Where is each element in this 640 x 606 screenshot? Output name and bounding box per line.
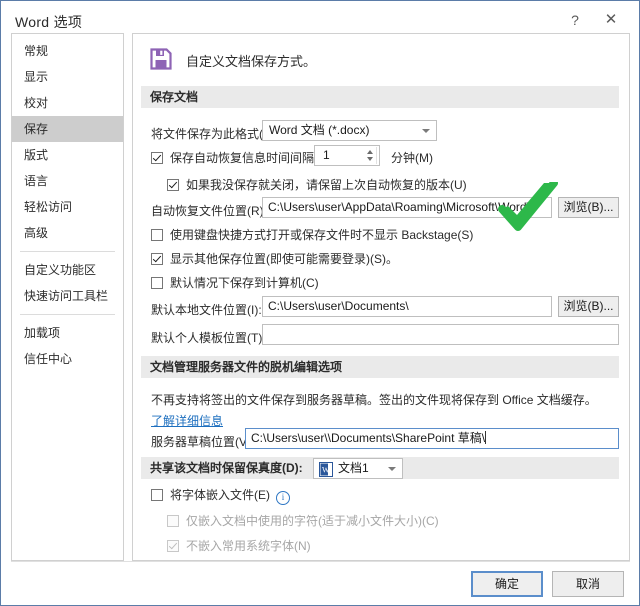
checkbox-save-to-computer-label: 默认情况下保存到计算机(C) <box>170 276 319 290</box>
save-format-dropdown[interactable]: Word 文档 (*.docx) <box>262 120 437 141</box>
sidebar-item-trust-center[interactable]: 信任中心 <box>12 346 123 372</box>
checkbox-no-backstage[interactable]: 使用键盘快捷方式打开或保存文件时不显示 Backstage(S) <box>151 226 473 243</box>
checkbox-autorecover-interval-label: 保存自动恢复信息时间间隔(A) <box>170 151 330 165</box>
section-header-offline-editing: 文档管理服务器文件的脱机编辑选项 <box>141 356 619 378</box>
offline-editing-description: 不再支持将签出的文件保存到服务器草稿。签出的文件现将保存到 Office 文档缓… <box>151 393 597 407</box>
label-minutes: 分钟(M) <box>391 151 433 165</box>
checkbox-box <box>151 277 163 289</box>
checkbox-embed-fonts[interactable]: 将字体嵌入文件(E) i <box>151 486 290 505</box>
checkbox-box <box>167 540 179 552</box>
footer-divider <box>11 561 630 562</box>
checkbox-no-common-system-fonts-label: 不嵌入常用系统字体(N) <box>186 539 311 553</box>
svg-text:W: W <box>322 466 330 475</box>
sidebar-item-save[interactable]: 保存 <box>12 116 123 142</box>
label-template-path: 默认个人模板位置(T): <box>151 331 266 345</box>
save-floppy-icon <box>150 48 172 70</box>
ok-button[interactable]: 确定 <box>471 571 543 597</box>
sidebar-item-addins[interactable]: 加载项 <box>12 320 123 346</box>
panel-header: 自定义文档保存方式。 <box>133 44 629 78</box>
server-draft-path-input[interactable]: C:\Users\user\\Documents\SharePoint 草稿\ <box>245 428 619 449</box>
sidebar-item-advanced[interactable]: 高级 <box>12 220 123 246</box>
panel-header-text: 自定义文档保存方式。 <box>186 54 317 69</box>
fidelity-document-value: 文档1 <box>338 461 369 475</box>
checkbox-no-backstage-label: 使用键盘快捷方式打开或保存文件时不显示 Backstage(S) <box>170 228 474 242</box>
checkbox-box <box>151 253 163 265</box>
sidebar-item-language[interactable]: 语言 <box>12 168 123 194</box>
template-path-input[interactable] <box>262 324 619 345</box>
stepper-divider <box>376 147 377 164</box>
browse-autorecover-button[interactable]: 浏览(B)... <box>558 197 619 218</box>
autorecover-minutes-value: 1 <box>323 148 330 162</box>
sidebar: 常规 显示 校对 保存 版式 语言 轻松访问 高级 自定义功能区 快速访问工具栏… <box>11 33 124 561</box>
close-button[interactable]: ✕ <box>596 7 626 33</box>
section-header-save-documents: 保存文档 <box>141 86 619 108</box>
checkbox-show-other-locations-label: 显示其他保存位置(即使可能需要登录)(S)。 <box>170 252 398 266</box>
text-caret <box>485 431 487 444</box>
checkbox-box <box>151 152 163 164</box>
server-draft-path-value: C:\Users\user\\Documents\SharePoint 草稿\ <box>251 431 486 445</box>
checkbox-no-common-system-fonts: 不嵌入常用系统字体(N) <box>167 537 311 554</box>
word-document-icon: W <box>319 462 333 477</box>
save-format-value: Word 文档 (*.docx) <box>269 123 370 137</box>
checkbox-autorecover-interval[interactable]: 保存自动恢复信息时间间隔(A) <box>151 149 330 166</box>
autorecover-minutes-stepper[interactable]: 1 <box>314 145 380 166</box>
learn-more-link[interactable]: 了解详细信息 <box>151 412 223 429</box>
cancel-button[interactable]: 取消 <box>552 571 624 597</box>
local-path-input[interactable]: C:\Users\user\Documents\ <box>262 296 552 317</box>
label-local-path: 默认本地文件位置(I): <box>151 303 262 317</box>
checkbox-keep-last-autorecover-label: 如果我没保存就关闭，请保留上次自动恢复的版本(U) <box>186 178 467 192</box>
chevron-down-icon <box>422 129 430 133</box>
sidebar-divider-2 <box>20 314 115 315</box>
checkbox-embed-used-chars-only-label: 仅嵌入文档中使用的字符(适于减小文件大小)(C) <box>186 514 439 528</box>
label-save-format: 将文件保存为此格式(F): <box>151 127 278 141</box>
checkbox-box <box>151 229 163 241</box>
checkbox-embed-fonts-label: 将字体嵌入文件(E) <box>170 488 270 502</box>
word-options-dialog: Word 选项 ? ✕ 常规 显示 校对 保存 版式 语言 轻松访问 高级 自定… <box>0 0 640 606</box>
checkbox-box <box>151 489 163 501</box>
checkbox-box <box>167 515 179 527</box>
label-server-draft-path: 服务器草稿位置(V): <box>151 435 255 449</box>
sidebar-item-display[interactable]: 显示 <box>12 64 123 90</box>
checkbox-show-other-locations[interactable]: 显示其他保存位置(即使可能需要登录)(S)。 <box>151 250 398 267</box>
sidebar-item-quick-access-toolbar[interactable]: 快速访问工具栏 <box>12 283 123 309</box>
options-content-panel: 自定义文档保存方式。 保存文档 将文件保存为此格式(F): Word 文档 (*… <box>132 33 630 561</box>
sidebar-divider-1 <box>20 251 115 252</box>
info-circle-icon[interactable]: i <box>276 491 290 505</box>
sidebar-item-customize-ribbon[interactable]: 自定义功能区 <box>12 257 123 283</box>
sidebar-item-accessibility[interactable]: 轻松访问 <box>12 194 123 220</box>
checkbox-save-to-computer[interactable]: 默认情况下保存到计算机(C) <box>151 274 319 291</box>
label-autorecover-path: 自动恢复文件位置(R): <box>151 204 267 218</box>
sidebar-item-general[interactable]: 常规 <box>12 38 123 64</box>
checkbox-box <box>167 179 179 191</box>
sidebar-item-proofing[interactable]: 校对 <box>12 90 123 116</box>
checkbox-keep-last-autorecover[interactable]: 如果我没保存就关闭，请保留上次自动恢复的版本(U) <box>167 176 467 193</box>
help-button[interactable]: ? <box>560 7 590 33</box>
checkbox-embed-used-chars-only: 仅嵌入文档中使用的字符(适于减小文件大小)(C) <box>167 512 439 529</box>
page-title: Word 选项 <box>15 14 83 30</box>
autorecover-path-input[interactable]: C:\Users\user\AppData\Roaming\Microsoft\… <box>262 197 552 218</box>
browse-local-button[interactable]: 浏览(B)... <box>558 296 619 317</box>
sidebar-item-layout[interactable]: 版式 <box>12 142 123 168</box>
fidelity-document-dropdown[interactable]: W 文档1 <box>313 458 403 479</box>
stepper-up-icon[interactable] <box>367 150 373 154</box>
stepper-down-icon[interactable] <box>367 157 373 161</box>
chevron-down-icon <box>388 467 396 471</box>
